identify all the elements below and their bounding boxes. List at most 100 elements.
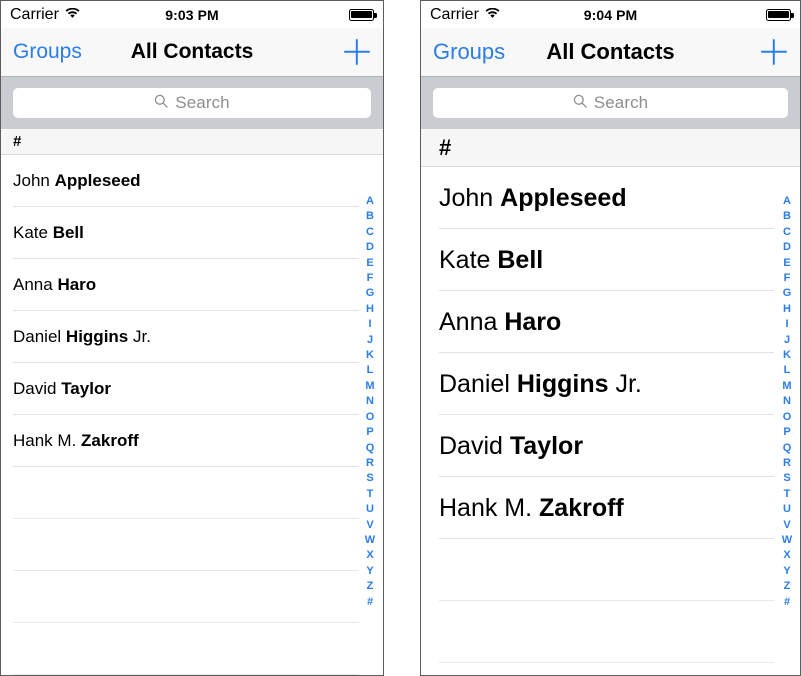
- index-letter[interactable]: S: [783, 471, 790, 486]
- contact-row[interactable]: Kate Bell: [1, 207, 383, 259]
- index-letter[interactable]: L: [367, 363, 374, 378]
- contact-last-name: Zakroff: [539, 493, 624, 522]
- contact-row[interactable]: John Appleseed: [421, 167, 800, 229]
- plus-icon[interactable]: [760, 38, 788, 66]
- index-letter[interactable]: V: [783, 518, 790, 533]
- search-placeholder: Search: [175, 93, 230, 112]
- contact-first-name: David: [439, 431, 510, 460]
- index-letter[interactable]: T: [784, 487, 791, 502]
- contact-name: David Taylor: [13, 379, 111, 399]
- plus-icon[interactable]: [343, 38, 371, 66]
- index-letter[interactable]: W: [365, 533, 375, 548]
- contact-name: John Appleseed: [439, 184, 627, 213]
- empty-list-row: [421, 601, 800, 663]
- index-letter[interactable]: J: [784, 333, 790, 348]
- contact-first-name: David: [13, 379, 62, 398]
- index-letter[interactable]: E: [783, 256, 790, 271]
- index-letter[interactable]: Z: [784, 579, 791, 594]
- status-bar: Carrier 9:04 PM: [421, 1, 800, 28]
- index-letter[interactable]: C: [783, 225, 791, 240]
- index-letter[interactable]: Q: [366, 441, 375, 456]
- contact-row[interactable]: David Taylor: [421, 415, 800, 477]
- index-letter[interactable]: S: [366, 471, 373, 486]
- carrier-label: Carrier: [430, 5, 479, 23]
- index-letter[interactable]: M: [365, 379, 374, 394]
- index-letter[interactable]: #: [367, 595, 373, 610]
- index-letter[interactable]: O: [783, 410, 792, 425]
- index-letter[interactable]: I: [785, 317, 788, 332]
- contact-row[interactable]: Kate Bell: [421, 229, 800, 291]
- index-letter[interactable]: A: [366, 194, 374, 209]
- contact-name: Daniel Higgins Jr.: [13, 327, 151, 347]
- index-letter[interactable]: H: [366, 302, 374, 317]
- index-letter[interactable]: Y: [783, 564, 790, 579]
- contact-last-name: Bell: [497, 245, 544, 274]
- contact-row[interactable]: Anna Haro: [1, 259, 383, 311]
- status-bar-left: Carrier: [430, 6, 500, 24]
- contact-row[interactable]: Daniel Higgins Jr.: [421, 353, 800, 415]
- groups-back-button[interactable]: Groups: [433, 39, 505, 65]
- section-index-bar[interactable]: A B C D E F G H I J K L M N O P Q R S T U V W X Y Z #: [363, 129, 377, 675]
- contact-first-name: Hank M.: [13, 431, 82, 450]
- index-letter[interactable]: N: [783, 394, 791, 409]
- index-letter[interactable]: M: [782, 379, 791, 394]
- contact-last-name: Higgins: [65, 327, 129, 346]
- index-letter[interactable]: I: [368, 317, 371, 332]
- wifi-icon: [485, 6, 500, 24]
- index-letter[interactable]: T: [367, 487, 374, 502]
- index-letter[interactable]: D: [783, 240, 791, 255]
- contact-row[interactable]: Daniel Higgins Jr.: [1, 311, 383, 363]
- index-letter[interactable]: Q: [783, 441, 792, 456]
- index-letter[interactable]: Z: [367, 579, 374, 594]
- index-letter[interactable]: K: [783, 348, 791, 363]
- index-letter[interactable]: J: [367, 333, 373, 348]
- contact-rows-container: John Appleseed Kate Bell Anna Haro Daniel H…: [1, 155, 383, 675]
- index-letter[interactable]: G: [783, 286, 792, 301]
- index-letter[interactable]: A: [783, 194, 791, 209]
- section-index-bar[interactable]: A B C D E F G H I J K L M N O P Q R S T U V W X Y Z #: [780, 129, 794, 675]
- index-letter[interactable]: K: [366, 348, 374, 363]
- search-input[interactable]: Search: [13, 88, 371, 118]
- search-bar-container: Search: [1, 77, 383, 129]
- index-letter[interactable]: D: [366, 240, 374, 255]
- index-letter[interactable]: O: [366, 410, 375, 425]
- index-letter[interactable]: W: [782, 533, 792, 548]
- contact-name: John Appleseed: [13, 171, 141, 191]
- index-letter[interactable]: N: [366, 394, 374, 409]
- index-letter[interactable]: C: [366, 225, 374, 240]
- section-header: #: [1, 129, 383, 155]
- groups-back-button[interactable]: Groups: [13, 40, 82, 64]
- contact-name: Daniel Higgins Jr.: [439, 370, 642, 399]
- battery-full-icon: [766, 8, 794, 21]
- index-letter[interactable]: R: [783, 456, 791, 471]
- index-letter[interactable]: B: [366, 209, 374, 224]
- index-letter[interactable]: H: [783, 302, 791, 317]
- contact-last-name: Appleseed: [500, 183, 627, 212]
- contact-row[interactable]: John Appleseed: [1, 155, 383, 207]
- index-letter[interactable]: U: [366, 502, 374, 517]
- index-letter[interactable]: U: [783, 502, 791, 517]
- index-letter[interactable]: B: [783, 209, 791, 224]
- index-letter[interactable]: P: [366, 425, 373, 440]
- index-letter[interactable]: Y: [366, 564, 373, 579]
- index-letter[interactable]: V: [366, 518, 373, 533]
- contact-name: Kate Bell: [439, 246, 543, 275]
- search-input[interactable]: Search: [433, 88, 788, 118]
- contact-row[interactable]: David Taylor: [1, 363, 383, 415]
- index-letter[interactable]: P: [783, 425, 790, 440]
- battery-full-icon: [349, 8, 377, 21]
- index-letter[interactable]: F: [367, 271, 374, 286]
- contact-row[interactable]: Hank M. Zakroff: [1, 415, 383, 467]
- contact-row[interactable]: Anna Haro: [421, 291, 800, 353]
- index-letter[interactable]: X: [783, 548, 790, 563]
- index-letter[interactable]: F: [784, 271, 791, 286]
- index-letter[interactable]: R: [366, 456, 374, 471]
- contact-first-name: John: [439, 183, 501, 212]
- index-letter[interactable]: G: [366, 286, 375, 301]
- index-letter[interactable]: L: [784, 363, 791, 378]
- phone-preview-default-text-size: Carrier 9:03 PM Groups All Contacts Sear…: [0, 0, 384, 676]
- contact-row[interactable]: Hank M. Zakroff: [421, 477, 800, 539]
- index-letter[interactable]: E: [366, 256, 373, 271]
- index-letter[interactable]: X: [366, 548, 373, 563]
- index-letter[interactable]: #: [784, 595, 790, 610]
